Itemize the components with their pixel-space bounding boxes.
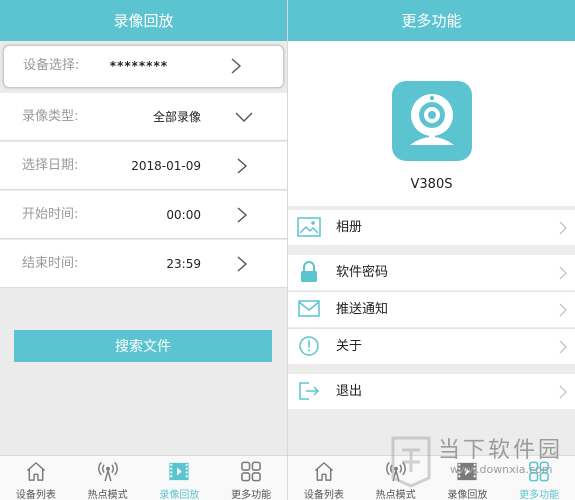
start-time-label: 开始时间:: [22, 207, 79, 222]
nav-device-list[interactable]: 设备列表: [0, 456, 72, 500]
nav-device-list-label: 设备列表: [303, 490, 344, 500]
chevron-down-icon: [235, 112, 253, 122]
nav-playback[interactable]: 录像回放: [144, 456, 216, 500]
nav-device-list-label: 设备列表: [15, 490, 56, 500]
device-select-value: ********: [109, 59, 168, 73]
playback-title: 录像回放: [113, 12, 174, 30]
nav-hotspot-mode[interactable]: 热点模式: [72, 456, 144, 500]
menu-push-notification[interactable]: 推送通知: [288, 292, 575, 327]
date-value: 2018-01-09: [131, 159, 201, 173]
start-time-row[interactable]: 开始时间: 00:00: [0, 191, 287, 239]
more-functions-title: 更多功能: [401, 12, 462, 30]
nav-more-functions[interactable]: 更多功能: [215, 456, 287, 500]
chevron-right-icon: [237, 256, 248, 272]
film-icon: [169, 462, 189, 481]
start-time-value: 00:00: [166, 208, 201, 222]
more-functions-panel: 更多功能 V380S 相册 软件密码 推送通知 关于 退出 设备列表 热点模式 …: [288, 0, 575, 500]
nav-playback-label: 录像回放: [159, 490, 200, 500]
camera-app-icon: [392, 81, 472, 161]
home-icon: [314, 462, 333, 481]
chevron-right-icon: [559, 385, 567, 399]
menu-about[interactable]: 关于: [288, 329, 575, 364]
end-time-row[interactable]: 结束时间: 23:59: [0, 240, 287, 288]
menu-logout[interactable]: 退出: [288, 374, 575, 409]
record-type-value: 全部录像: [152, 110, 201, 124]
search-files-button[interactable]: 搜索文件: [14, 330, 272, 362]
info-icon: [299, 336, 319, 356]
nav-hotspot-mode-label: 热点模式: [87, 490, 128, 500]
hotspot-icon: [97, 461, 118, 482]
chevron-right-icon: [559, 266, 567, 280]
chevron-right-icon: [559, 221, 567, 235]
photo-icon: [297, 217, 321, 237]
grid-icon: [241, 461, 261, 482]
menu-push-notification-label: 推送通知: [336, 302, 389, 317]
menu-about-label: 关于: [336, 339, 363, 354]
date-row[interactable]: 选择日期: 2018-01-09: [0, 142, 287, 190]
bottom-nav: 设备列表 热点模式 录像回放 更多功能: [0, 455, 287, 500]
playback-panel: 录像回放 设备选择: ******** 录像类型: 全部录像 选择日期: 201…: [0, 0, 287, 500]
device-select-row[interactable]: 设备选择: ********: [3, 45, 284, 88]
nav-more-functions-label: 更多功能: [231, 490, 272, 500]
playback-header: 录像回放: [0, 0, 287, 41]
camera-icon: [410, 94, 454, 145]
chevron-right-icon: [231, 58, 242, 74]
end-time-label: 结束时间:: [22, 256, 79, 271]
menu-software-password-label: 软件密码: [336, 265, 389, 280]
record-type-row[interactable]: 录像类型: 全部录像: [0, 93, 287, 141]
nav-device-list[interactable]: 设备列表: [288, 456, 360, 500]
date-label: 选择日期:: [22, 158, 79, 173]
menu-album[interactable]: 相册: [288, 210, 575, 245]
chevron-right-icon: [237, 158, 248, 174]
chevron-right-icon: [559, 303, 567, 317]
more-functions-header: 更多功能: [288, 0, 575, 41]
lock-icon: [301, 261, 317, 282]
device-select-label: 设备选择:: [23, 58, 80, 73]
device-name: V380S: [410, 177, 453, 192]
menu-album-label: 相册: [336, 220, 363, 235]
watermark-url: www.downxia.com: [450, 463, 553, 476]
menu-logout-label: 退出: [336, 384, 363, 399]
chevron-right-icon: [559, 340, 567, 354]
menu-software-password[interactable]: 软件密码: [288, 255, 575, 290]
end-time-value: 23:59: [166, 257, 201, 271]
watermark-text: 当下软件园: [438, 438, 564, 463]
chevron-right-icon: [237, 207, 248, 223]
home-icon: [26, 462, 45, 481]
device-profile: V380S: [288, 41, 575, 206]
envelope-icon: [298, 300, 320, 317]
record-type-label: 录像类型:: [22, 109, 79, 124]
logout-icon: [299, 382, 320, 400]
